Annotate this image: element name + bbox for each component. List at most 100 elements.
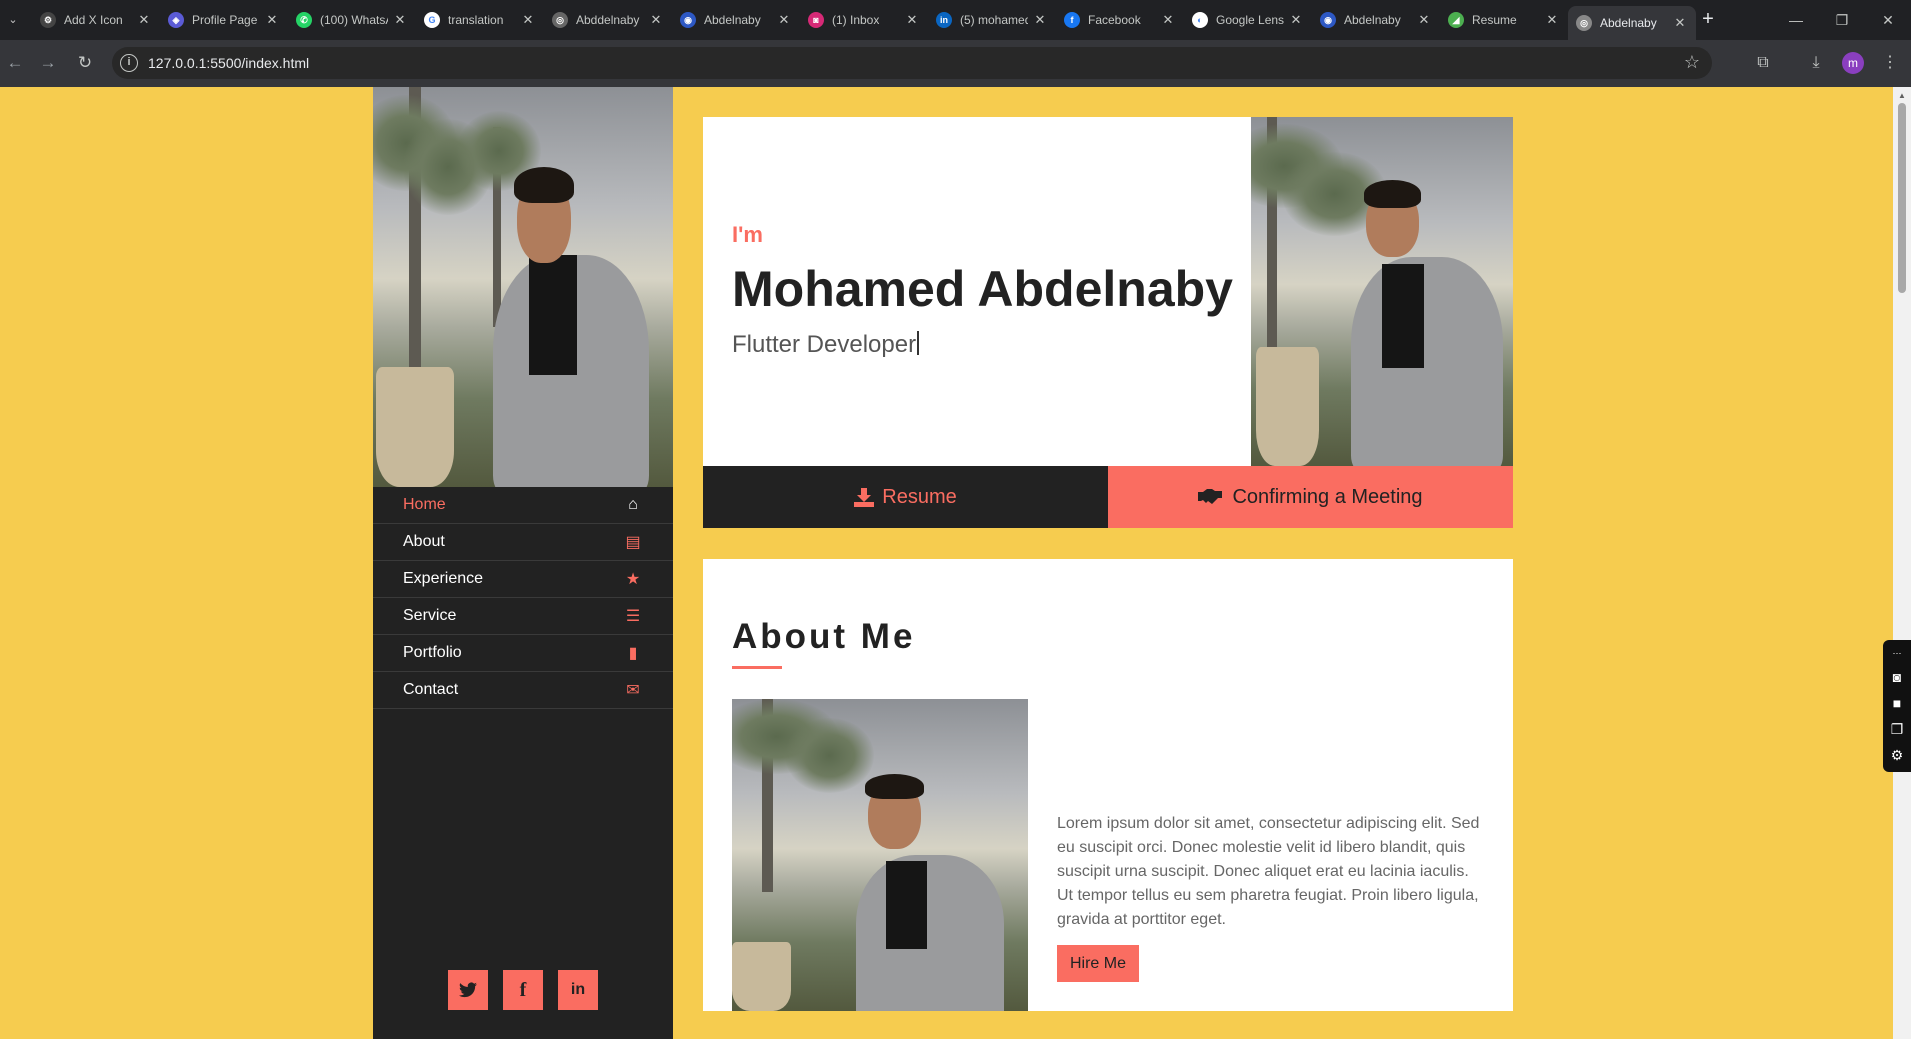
- extensions-icon[interactable]: ⧉: [1750, 50, 1776, 76]
- resume-download-button[interactable]: Resume: [703, 466, 1108, 528]
- hero-photo: [1251, 117, 1513, 466]
- sidebar-item-contact[interactable]: Contact ✉: [373, 672, 673, 709]
- browser-tab[interactable]: ◢ Resume ✕: [1440, 6, 1568, 34]
- browser-tab[interactable]: ◉ Abdelnaby ✕: [1312, 6, 1440, 34]
- bookmark-star-icon[interactable]: ☆: [1684, 52, 1700, 73]
- restore-button[interactable]: ❐: [1819, 8, 1865, 32]
- windows-icon[interactable]: ❐: [1888, 720, 1906, 738]
- file-icon: ▮: [628, 645, 638, 662]
- tab-close-icon[interactable]: ✕: [1544, 12, 1560, 28]
- tab-close-icon[interactable]: ✕: [520, 12, 536, 28]
- browser-tab[interactable]: ⚙ Add X Icon ✕: [32, 6, 160, 34]
- minimize-button[interactable]: —: [1773, 8, 1819, 32]
- tab-close-icon[interactable]: ✕: [1416, 12, 1432, 28]
- page-viewport: Home ⌂ About ▤ Experience ★ Service ☰ Portfolio ▮…: [0, 87, 1893, 1039]
- downloads-icon[interactable]: ⤓: [1803, 50, 1829, 76]
- tab-title: Google Lens: [1216, 13, 1284, 27]
- browser-tab[interactable]: ✆ (100) WhatsApp ✕: [288, 6, 416, 34]
- widget-more-icon[interactable]: ⋯: [1888, 644, 1906, 662]
- tab-strip: ⌄ ⚙ Add X Icon ✕ ◈ Profile Page ✕ ✆ (100) Whats…: [0, 0, 1911, 40]
- sidebar-item-label: Portfolio: [403, 644, 462, 661]
- browser-tab[interactable]: ◐ Google Lens ✕: [1184, 6, 1312, 34]
- tab-favicon-icon: ✆: [296, 12, 312, 28]
- tab-close-icon[interactable]: ✕: [776, 12, 792, 28]
- about-title: About Me: [732, 617, 916, 656]
- hire-me-button[interactable]: Hire Me: [1057, 945, 1139, 982]
- new-tab-button[interactable]: +: [1696, 8, 1720, 32]
- tab-title: Abddelnaby: [576, 13, 640, 27]
- sidebar-profile-photo: [373, 87, 673, 487]
- tab-favicon-icon: in: [936, 12, 952, 28]
- tab-close-icon[interactable]: ✕: [264, 12, 280, 28]
- sidebar-item-experience[interactable]: Experience ★: [373, 561, 673, 598]
- url-text[interactable]: 127.0.0.1:5500/index.html: [148, 55, 309, 71]
- scrollbar-thumb[interactable]: [1898, 103, 1906, 293]
- tab-favicon-icon: ⚙: [40, 12, 56, 28]
- browser-tab[interactable]: ◈ Profile Page ✕: [160, 6, 288, 34]
- tab-favicon-icon: ◈: [168, 12, 184, 28]
- back-icon[interactable]: ←: [2, 50, 28, 76]
- about-section: About Me Lorem ipsum dolor sit amet, con…: [703, 559, 1513, 1011]
- tab-title: Abdelnaby: [704, 13, 761, 27]
- browser-tab[interactable]: ◉ Abdelnaby ✕: [672, 6, 800, 34]
- meeting-button[interactable]: Confirming a Meeting: [1108, 466, 1513, 528]
- scroll-up-icon[interactable]: ▲: [1898, 91, 1906, 100]
- tab-favicon-icon: ◙: [808, 12, 824, 28]
- handshake-icon: [1198, 489, 1223, 504]
- sidebar-item-label: Service: [403, 607, 457, 624]
- browser-tab[interactable]: ◎ Abddelnaby ✕: [544, 6, 672, 34]
- tab-favicon-icon: ◉: [680, 12, 696, 28]
- star-icon: ★: [625, 571, 641, 588]
- address-bar[interactable]: i 127.0.0.1:5500/index.html ☆: [112, 47, 1712, 79]
- linkedin-icon: in: [570, 981, 586, 998]
- tab-close-icon[interactable]: ✕: [1032, 12, 1048, 28]
- tab-close-icon[interactable]: ✕: [1672, 15, 1688, 31]
- meeting-label: Confirming a Meeting: [1232, 485, 1423, 508]
- page-scrollbar[interactable]: ▲: [1893, 87, 1911, 1039]
- home-icon: ⌂: [628, 496, 638, 513]
- camera-icon[interactable]: ◙: [1888, 668, 1906, 686]
- browser-tab[interactable]: ◎ Abdelnaby ✕: [1568, 6, 1696, 40]
- sidebar-item-portfolio[interactable]: Portfolio ▮: [373, 635, 673, 672]
- envelope-icon: ✉: [626, 682, 640, 699]
- browser-tab[interactable]: Gtranslation ✕: [416, 6, 544, 34]
- tab-favicon-icon: ◎: [552, 12, 568, 28]
- video-icon[interactable]: ■: [1888, 694, 1906, 712]
- sidebar-item-about[interactable]: About ▤: [373, 524, 673, 561]
- settings-icon[interactable]: ⚙: [1888, 746, 1906, 764]
- reload-icon[interactable]: ↻: [72, 50, 98, 76]
- tab-favicon-icon: G: [424, 12, 440, 28]
- profile-avatar[interactable]: m: [1842, 52, 1864, 74]
- browser-tab[interactable]: ◙ (1) Inbox ✕: [800, 6, 928, 34]
- tab-close-icon[interactable]: ✕: [1288, 12, 1304, 28]
- tab-search-icon[interactable]: ⌄: [2, 8, 24, 30]
- tab-close-icon[interactable]: ✕: [904, 12, 920, 28]
- facebook-link[interactable]: f: [503, 970, 543, 1010]
- tab-close-icon[interactable]: ✕: [136, 12, 152, 28]
- twitter-icon: [459, 982, 477, 998]
- forward-icon[interactable]: →: [35, 50, 61, 76]
- browser-menu-icon[interactable]: ⋮: [1877, 50, 1903, 76]
- tab-favicon-icon: ◢: [1448, 12, 1464, 28]
- about-photo: [732, 699, 1028, 1011]
- tab-favicon-icon: ◎: [1576, 15, 1592, 31]
- id-card-icon: ▤: [625, 534, 641, 551]
- typing-caret: [917, 331, 920, 355]
- browser-tab[interactable]: in (5) mohamed ✕: [928, 6, 1056, 34]
- sidebar-item-home[interactable]: Home ⌂: [373, 487, 673, 524]
- close-window-button[interactable]: ✕: [1865, 8, 1911, 32]
- tab-close-icon[interactable]: ✕: [1160, 12, 1176, 28]
- sidebar-nav: Home ⌂ About ▤ Experience ★ Service ☰ Portfolio ▮…: [373, 487, 673, 709]
- sidebar-item-service[interactable]: Service ☰: [373, 598, 673, 635]
- hero-intro: I'm: [732, 222, 763, 247]
- site-info-icon[interactable]: i: [120, 54, 138, 72]
- tab-close-icon[interactable]: ✕: [648, 12, 664, 28]
- browser-tab[interactable]: f Facebook ✕: [1056, 6, 1184, 34]
- twitter-link[interactable]: [448, 970, 488, 1010]
- hero-text-panel: I'm Mohamed Abdelnaby Flutter Developer: [703, 117, 1251, 466]
- tab-title: Abdelnaby: [1344, 13, 1401, 27]
- tab-close-icon[interactable]: ✕: [392, 12, 408, 28]
- social-links: f in: [448, 970, 598, 1010]
- sidebar-item-label: About: [403, 533, 445, 550]
- linkedin-link[interactable]: in: [558, 970, 598, 1010]
